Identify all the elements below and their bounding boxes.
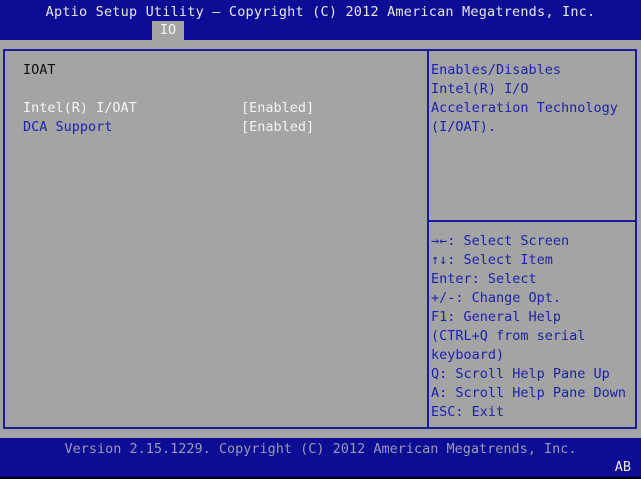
settings-panel: IOAT Intel(R) I/OAT [Enabled] DCA Suppor… <box>3 49 637 429</box>
version-text: Version 2.15.1229. Copyright (C) 2012 Am… <box>64 441 577 457</box>
help-line: Acceleration Technology <box>431 100 618 116</box>
help-line: (I/OAT). <box>431 119 497 135</box>
key-hint: Enter: Select <box>431 271 537 287</box>
footer-bar: Version 2.15.1229. Copyright (C) 2012 Am… <box>0 438 641 477</box>
post-code: AB <box>614 459 631 475</box>
key-hint: Q: Scroll Help Pane Up <box>431 366 610 382</box>
header-bar: Aptio Setup Utility – Copyright (C) 2012… <box>0 0 641 40</box>
key-hint: →←: Select Screen <box>431 233 570 249</box>
section-title: IOAT <box>23 62 56 78</box>
pane-divider <box>427 51 429 427</box>
key-hint: keyboard) <box>431 347 505 363</box>
setting-label: Intel(R) I/OAT <box>23 100 137 116</box>
key-hint: ESC: Exit <box>431 404 505 420</box>
tab-io[interactable]: IO <box>152 21 184 40</box>
key-hint: ↑↓: Select Item <box>431 252 553 268</box>
help-divider <box>429 220 635 222</box>
key-hint: +/-: Change Opt. <box>431 290 562 306</box>
setting-value[interactable]: [Enabled] <box>241 99 314 118</box>
help-line: Intel(R) I/O <box>431 81 529 97</box>
setting-value[interactable]: [Enabled] <box>241 118 314 137</box>
key-hint: A: Scroll Help Pane Down <box>431 385 627 401</box>
setting-label: DCA Support <box>23 119 113 135</box>
key-hint: (CTRL+Q from serial <box>431 328 586 344</box>
app-title: Aptio Setup Utility – Copyright (C) 2012… <box>45 4 596 20</box>
key-hint: F1: General Help <box>431 309 562 325</box>
main-area: IOAT Intel(R) I/OAT [Enabled] DCA Suppor… <box>0 40 641 438</box>
help-line: Enables/Disables <box>431 62 562 78</box>
